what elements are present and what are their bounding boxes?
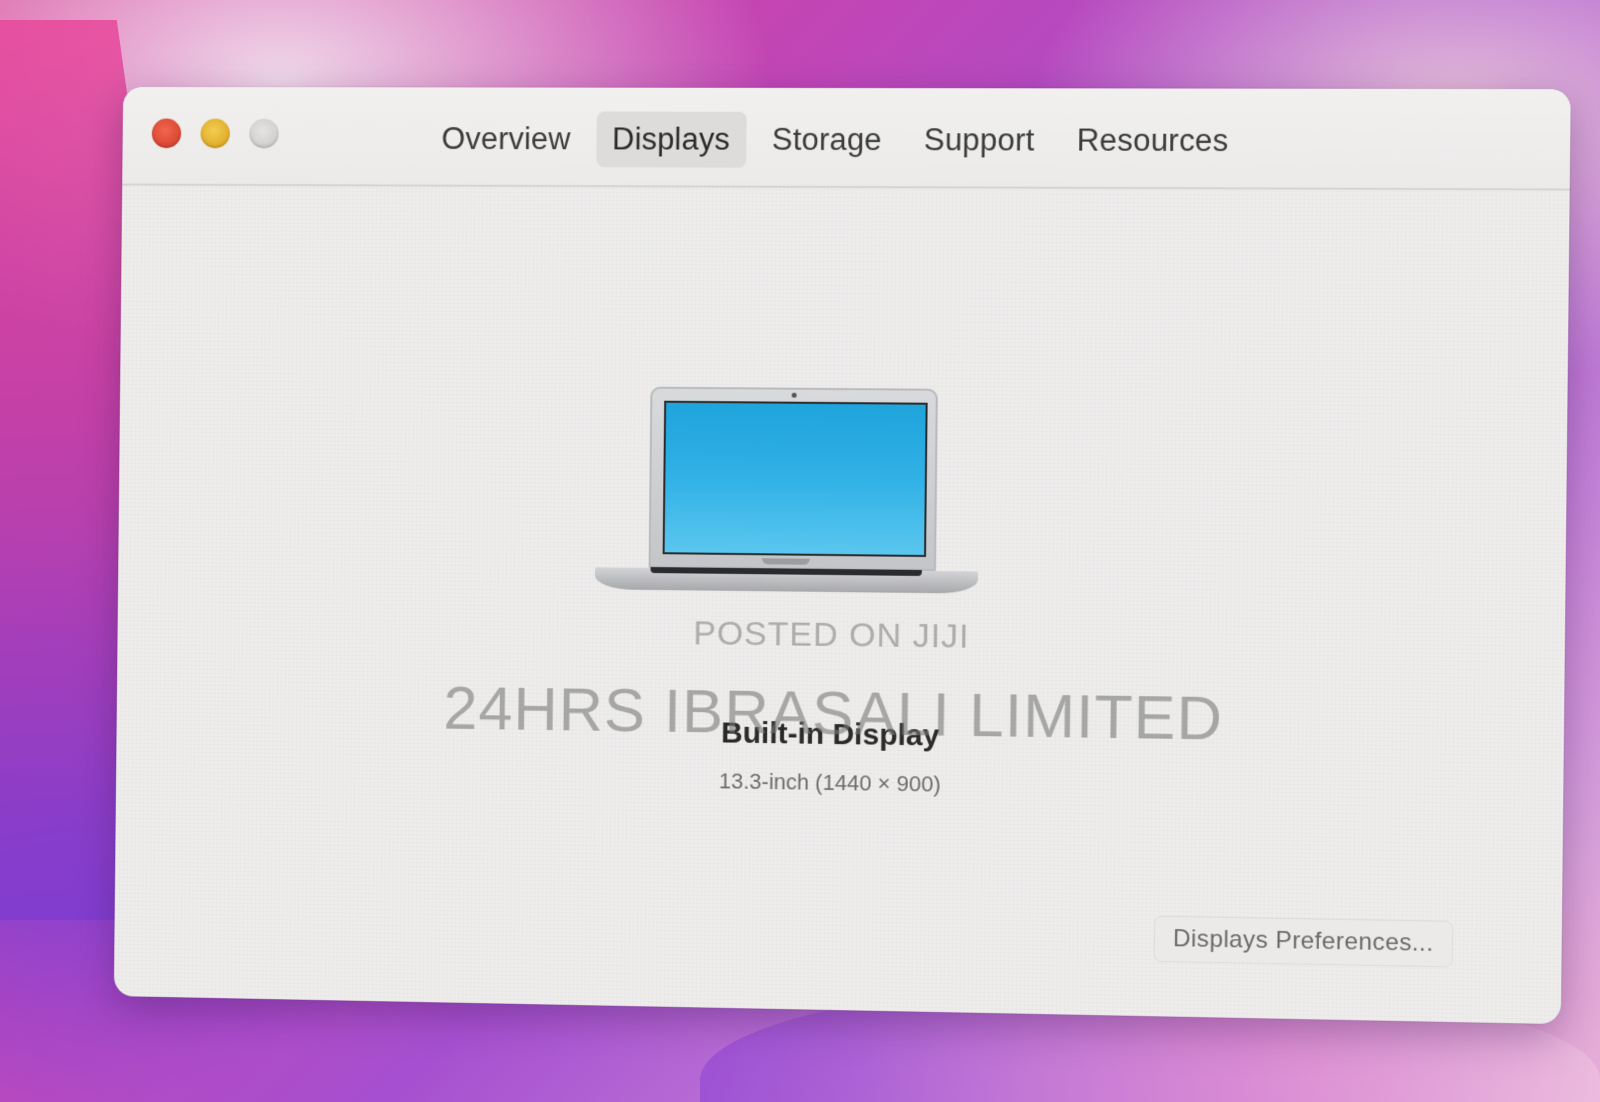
displays-pane: Built-in Display 13.3-inch (1440 × 900) … bbox=[114, 186, 1570, 1025]
camera-dot bbox=[791, 392, 797, 398]
window-titlebar: Overview Displays Storage Support Resour… bbox=[122, 86, 1571, 191]
watermark-seller: 24HRS IBRASALI LIMITED bbox=[443, 673, 1224, 754]
displays-preferences-button[interactable]: Displays Preferences... bbox=[1153, 915, 1454, 968]
tab-bar: Overview Displays Storage Support Resour… bbox=[425, 111, 1255, 169]
zoom-window-button[interactable] bbox=[249, 118, 279, 149]
minimize-window-button[interactable] bbox=[200, 118, 231, 149]
desktop-background: Overview Displays Storage Support Resour… bbox=[0, 0, 1600, 1102]
laptop-lid bbox=[648, 386, 938, 572]
tab-storage[interactable]: Storage bbox=[756, 112, 898, 168]
tab-support[interactable]: Support bbox=[908, 112, 1051, 169]
tab-displays[interactable]: Displays bbox=[596, 111, 747, 168]
about-this-mac-window: Overview Displays Storage Support Resour… bbox=[113, 86, 1571, 1025]
laptop-screen bbox=[662, 400, 928, 557]
window-controls bbox=[151, 118, 279, 149]
laptop-icon bbox=[594, 386, 980, 609]
close-window-button[interactable] bbox=[151, 118, 182, 149]
display-spec: 13.3-inch (1440 × 900) bbox=[718, 768, 941, 797]
watermark-posted-on: POSTED ON JIJI bbox=[693, 614, 970, 656]
tab-resources[interactable]: Resources bbox=[1060, 112, 1245, 169]
laptop-notch bbox=[761, 558, 810, 565]
tab-overview[interactable]: Overview bbox=[425, 111, 586, 167]
